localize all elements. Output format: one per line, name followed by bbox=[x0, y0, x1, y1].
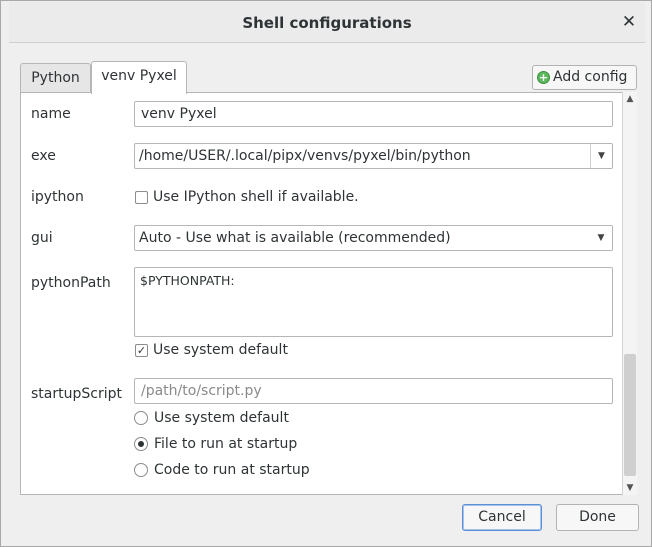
gui-select[interactable]: Auto - Use what is available (recommende… bbox=[134, 225, 613, 251]
tab-python[interactable]: Python bbox=[20, 63, 91, 93]
close-icon[interactable]: ✕ bbox=[619, 12, 639, 32]
pythonpath-textarea[interactable]: $PYTHONPATH: bbox=[134, 267, 613, 337]
chevron-down-icon[interactable]: ▼ bbox=[590, 144, 612, 168]
exe-combobox[interactable]: /home/USER/.local/pipx/venvs/pyxel/bin/p… bbox=[134, 143, 613, 169]
radio-label: File to run at startup bbox=[154, 436, 298, 452]
ipython-checkbox-label: Use IPython shell if available. bbox=[153, 189, 359, 205]
add-config-button[interactable]: + Add config bbox=[532, 65, 637, 90]
ipython-label: ipython bbox=[31, 189, 84, 205]
name-field[interactable]: venv Pyxel bbox=[134, 101, 613, 127]
scrollbar[interactable]: ▲ ▼ bbox=[622, 92, 637, 495]
radio-label: Code to run at startup bbox=[154, 462, 310, 478]
scroll-thumb[interactable] bbox=[624, 354, 636, 476]
gui-label: gui bbox=[31, 230, 53, 246]
pythonpath-label: pythonPath bbox=[31, 275, 111, 291]
radio-code-to-run[interactable] bbox=[134, 463, 148, 477]
tab-label: Python bbox=[31, 70, 80, 86]
cancel-button[interactable]: Cancel bbox=[462, 504, 542, 531]
exe-value: /home/USER/.local/pipx/venvs/pyxel/bin/p… bbox=[139, 148, 471, 164]
tab-venv-pyxel[interactable]: venv Pyxel bbox=[91, 61, 187, 94]
dialog-title: Shell configurations bbox=[242, 14, 412, 32]
radio-selected-dot bbox=[138, 441, 144, 447]
ipython-checkbox[interactable] bbox=[135, 191, 148, 204]
done-button[interactable]: Done bbox=[556, 504, 639, 531]
title-bar: Shell configurations ✕ bbox=[9, 2, 645, 43]
plus-circle-icon: + bbox=[537, 71, 550, 84]
scroll-down-icon[interactable]: ▼ bbox=[623, 481, 637, 495]
pythonpath-default-label: Use system default bbox=[153, 342, 288, 358]
add-config-label: Add config bbox=[553, 69, 628, 85]
gui-value: Auto - Use what is available (recommende… bbox=[139, 230, 451, 246]
chevron-down-icon[interactable]: ▼ bbox=[590, 226, 612, 250]
startupscript-label: startupScript bbox=[31, 386, 122, 402]
pythonpath-default-checkbox[interactable]: ✓ bbox=[135, 344, 148, 357]
radio-file-to-run[interactable] bbox=[134, 437, 148, 451]
startupscript-field[interactable]: /path/to/script.py bbox=[134, 378, 613, 404]
scroll-up-icon[interactable]: ▲ bbox=[623, 92, 637, 106]
name-label: name bbox=[31, 106, 71, 122]
tab-label: venv Pyxel bbox=[101, 68, 177, 84]
exe-label: exe bbox=[31, 148, 56, 164]
radio-label: Use system default bbox=[154, 410, 289, 426]
radio-use-system-default[interactable] bbox=[134, 411, 148, 425]
